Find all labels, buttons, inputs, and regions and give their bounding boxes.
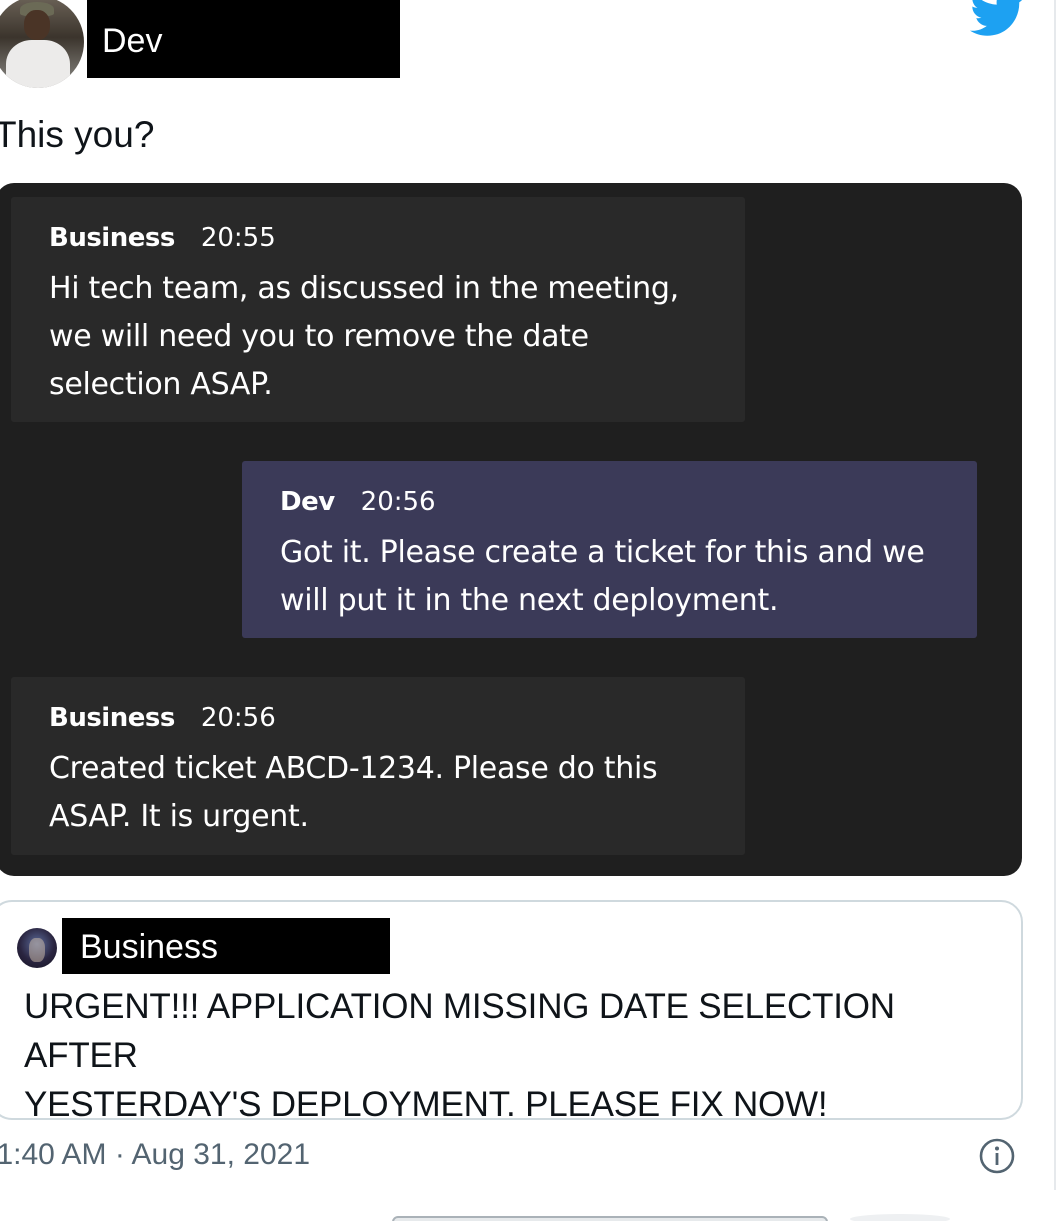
chat-screenshot[interactable]: Business 20:55 Hi tech team, as discussed… [0,183,1022,876]
message-sender: Dev [280,487,335,517]
quoted-author-name: Business [80,928,218,966]
author-name: Dev [102,22,163,60]
quoted-author-name-redaction[interactable]: Business [62,918,390,974]
tweet-text: This you? [0,114,155,155]
author-avatar[interactable] [0,0,84,88]
message-time: 20:55 [200,223,276,253]
chat-message-incoming: Business 20:56 Created ticket ABCD-1234. … [11,677,745,855]
divider [850,1214,950,1221]
author-name-redaction[interactable]: Dev [87,0,400,78]
chat-message-outgoing: Dev 20:56 Got it. Please create a ticket … [242,461,977,638]
tweet-timestamp[interactable]: 11:40 AM · Aug 31, 2021 [0,1138,310,1172]
quoted-tweet[interactable]: Business URGENT!!! APPLICATION MISSING D… [0,900,1023,1124]
chat-message-incoming: Business 20:55 Hi tech team, as discussed… [11,197,745,422]
message-sender: Business [49,703,175,733]
message-sender: Business [49,223,175,253]
message-time: 20:56 [200,703,276,733]
message-text: Hi tech team, as discussed in the meetin… [49,271,679,402]
message-text: Got it. Please create a ticket for this … [280,535,925,618]
message-time: 20:56 [360,487,436,517]
info-icon[interactable] [978,1137,1016,1175]
twitter-bird-icon[interactable] [970,0,1026,38]
quoted-tweet-text: URGENT!!! APPLICATION MISSING DATE SELEC… [24,987,895,1124]
tweet-page: Dev This you? Business 20:55 Hi tech team… [0,0,1058,1221]
message-text: Created ticket ABCD-1234. Please do this… [49,751,658,834]
scrollbar[interactable] [392,1216,828,1221]
divider [1054,0,1056,1190]
quoted-author-avatar[interactable] [17,928,57,968]
